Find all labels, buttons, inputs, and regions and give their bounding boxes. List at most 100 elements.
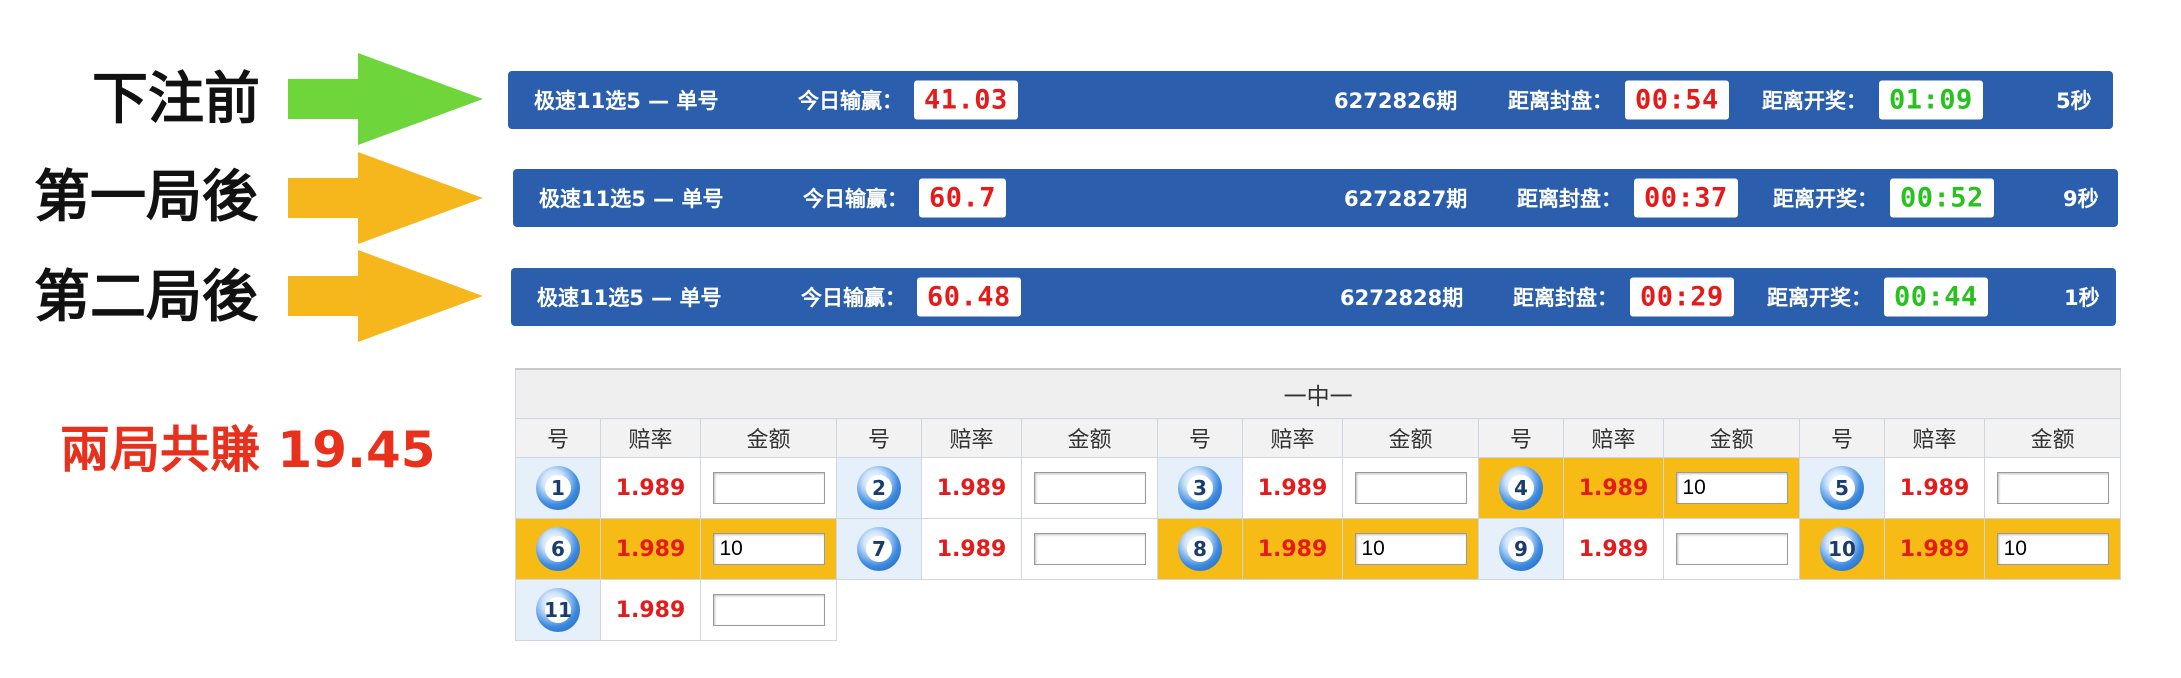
today-profit-value: 60.7: [919, 178, 1007, 218]
odds-value: 1.989: [1563, 518, 1664, 580]
refresh-timer[interactable]: 9秒: [2063, 183, 2099, 213]
game-title: 极速11选5 — 单号: [539, 187, 724, 211]
header-amount: 金额: [1021, 418, 1158, 458]
number-cell[interactable]: 7: [836, 518, 922, 580]
header-odds: 赔率: [600, 418, 701, 458]
header-odds: 赔率: [1563, 418, 1664, 458]
header-amount: 金额: [1342, 418, 1479, 458]
close-countdown-label: 距离封盘：: [1513, 286, 1618, 310]
number-ball-icon: 7: [857, 527, 901, 571]
header-number: 号: [1799, 418, 1885, 458]
amount-input[interactable]: [1354, 472, 1467, 504]
refresh-timer[interactable]: 1秒: [2064, 282, 2100, 312]
number-ball-icon: 3: [1178, 466, 1222, 510]
arrow-green-icon: [288, 53, 483, 145]
number-cell[interactable]: 2: [836, 457, 922, 519]
summary-profit-label: 兩局共賺 19.45: [60, 421, 436, 479]
amount-input[interactable]: [1996, 472, 2109, 504]
number-cell[interactable]: 10: [1799, 518, 1885, 580]
amount-cell: [1021, 518, 1158, 580]
number-cell[interactable]: 1: [515, 457, 601, 519]
game-title: 极速11选5 — 单号: [537, 286, 722, 310]
header-odds: 赔率: [1242, 418, 1343, 458]
today-profit-value: 60.48: [917, 277, 1021, 317]
number-cell[interactable]: 8: [1157, 518, 1243, 580]
ball-number: 5: [1835, 476, 1849, 500]
label-after-round-2: 第二局後: [34, 265, 258, 330]
table-row: 1 1.989 2 1.989 3 1.989 4 1.989 5 1.989: [515, 457, 2122, 519]
amount-input[interactable]: [1996, 533, 2109, 565]
number-ball-icon: 5: [1820, 466, 1864, 510]
status-bar-1: 极速11选5 — 单号 今日输赢： 41.03 6272826期 距离封盘： 0…: [508, 71, 2113, 129]
draw-countdown-label: 距离开奖：: [1767, 286, 1872, 310]
label-after-round-1: 第一局後: [34, 165, 258, 230]
amount-input[interactable]: [712, 594, 825, 626]
number-cell[interactable]: 4: [1478, 457, 1564, 519]
amount-cell: [700, 518, 837, 580]
amount-cell: [1983, 457, 2122, 519]
amount-cell: [1021, 457, 1158, 519]
today-profit-label: 今日输赢：: [798, 89, 903, 113]
amount-cell: [700, 579, 837, 641]
odds-value: 1.989: [1242, 457, 1343, 519]
ball-number: 11: [544, 598, 572, 622]
today-profit-value: 41.03: [914, 80, 1018, 120]
amount-input[interactable]: [712, 472, 825, 504]
number-cell[interactable]: 3: [1157, 457, 1243, 519]
arrow-yellow-icon: [288, 152, 483, 244]
amount-cell: [1983, 518, 2122, 580]
number-ball-icon: 8: [1178, 527, 1222, 571]
ball-number: 7: [872, 537, 886, 561]
draw-countdown-value: 00:44: [1884, 277, 1988, 317]
odds-value: 1.989: [600, 457, 701, 519]
amount-input[interactable]: [1033, 533, 1146, 565]
table-header-row: 号 赔率 金额 号 赔率 金额 号 赔率 金额 号 赔率 金额 号 赔率 金额: [515, 418, 2122, 458]
ball-number: 10: [1828, 537, 1856, 561]
ball-number: 8: [1193, 537, 1207, 561]
ball-number: 9: [1514, 537, 1528, 561]
draw-countdown-value: 00:52: [1890, 178, 1994, 218]
ball-number: 3: [1193, 476, 1207, 500]
amount-input[interactable]: [1675, 472, 1788, 504]
label-before-bet: 下注前: [92, 67, 260, 132]
period-number: 6272827期: [1344, 187, 1468, 211]
amount-input[interactable]: [1033, 472, 1146, 504]
odds-value: 1.989: [1884, 457, 1985, 519]
header-amount: 金额: [700, 418, 837, 458]
number-ball-icon: 2: [857, 466, 901, 510]
number-cell[interactable]: 6: [515, 518, 601, 580]
header-number: 号: [1478, 418, 1564, 458]
draw-countdown-value: 01:09: [1879, 80, 1983, 120]
amount-cell: [1663, 518, 1800, 580]
number-ball-icon: 9: [1499, 527, 1543, 571]
amount-input[interactable]: [1354, 533, 1467, 565]
table-row: 6 1.989 7 1.989 8 1.989 9 1.989 10 1.989: [515, 518, 2122, 580]
number-cell[interactable]: 5: [1799, 457, 1885, 519]
close-countdown-value: 00:54: [1625, 80, 1729, 120]
game-title: 极速11选5 — 单号: [534, 89, 719, 113]
header-amount: 金额: [1983, 418, 2122, 458]
arrow-yellow-icon: [288, 250, 483, 342]
close-countdown-value: 00:37: [1634, 178, 1738, 218]
status-bar-2: 极速11选5 — 单号 今日输赢： 60.7 6272827期 距离封盘： 00…: [513, 169, 2118, 227]
table-caption: 一中一: [514, 368, 2122, 419]
table-row: 11 1.989: [515, 579, 2121, 641]
header-number: 号: [515, 418, 601, 458]
period-number: 6272826期: [1334, 89, 1458, 113]
amount-input[interactable]: [1675, 533, 1788, 565]
ball-number: 4: [1514, 476, 1528, 500]
number-ball-icon: 6: [536, 527, 580, 571]
number-cell[interactable]: 11: [515, 579, 601, 641]
empty-cell: [836, 579, 2121, 641]
header-number: 号: [836, 418, 922, 458]
refresh-timer[interactable]: 5秒: [2056, 85, 2092, 115]
odds-value: 1.989: [1884, 518, 1985, 580]
bet-table: 一中一 号 赔率 金额 号 赔率 金额 号 赔率 金额 号 赔率 金额 号 赔率…: [514, 368, 2122, 641]
number-cell[interactable]: 9: [1478, 518, 1564, 580]
amount-cell: [1342, 457, 1479, 519]
amount-input[interactable]: [712, 533, 825, 565]
odds-value: 1.989: [600, 579, 701, 641]
status-bar-3: 极速11选5 — 单号 今日输赢： 60.48 6272828期 距离封盘： 0…: [511, 268, 2116, 326]
amount-cell: [1663, 457, 1800, 519]
header-odds: 赔率: [921, 418, 1022, 458]
